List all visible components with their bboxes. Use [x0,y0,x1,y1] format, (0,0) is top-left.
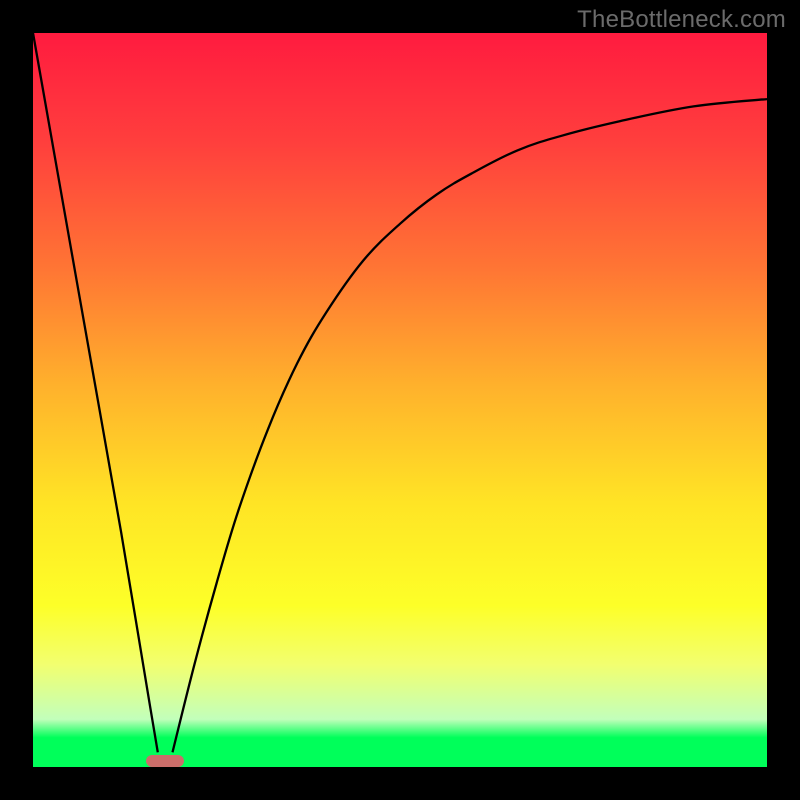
bottleneck-curve [33,33,767,767]
plot-area [33,33,767,767]
curve-left-branch [33,33,158,752]
optimum-marker [146,755,184,767]
chart-frame: TheBottleneck.com [0,0,800,800]
curve-right-branch [173,99,768,752]
watermark-text: TheBottleneck.com [577,6,786,34]
